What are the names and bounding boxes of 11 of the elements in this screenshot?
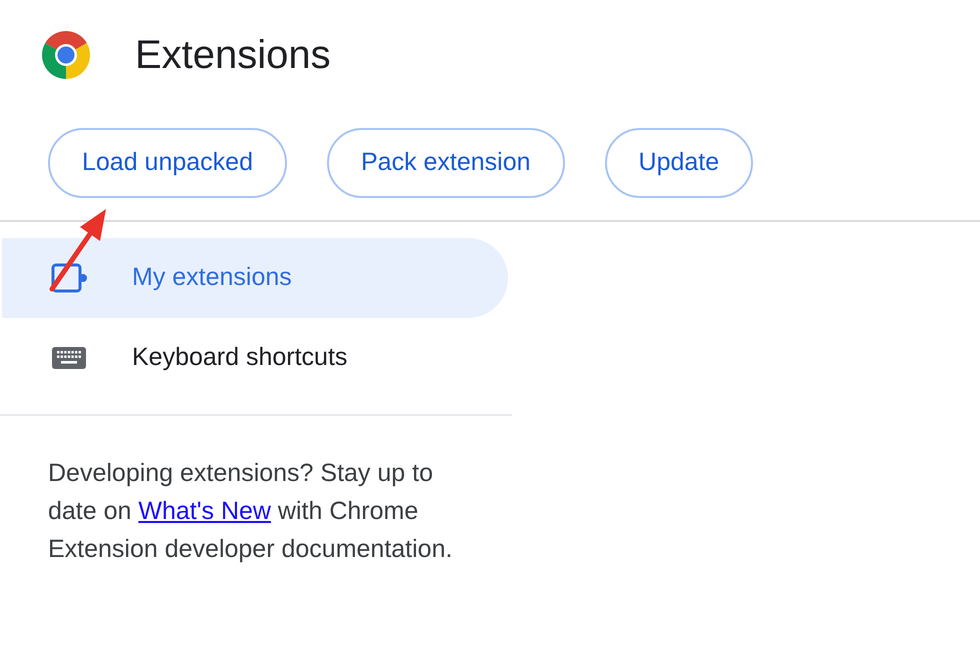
developer-note: Developing extensions? Stay up to date on What's New with Chrome Extension developer documentation. <box>48 458 454 565</box>
sidebar-item[interactable]: My extensions <box>2 238 508 318</box>
page-title: Extensions <box>135 32 331 79</box>
toolbar-button[interactable]: Pack extension <box>326 128 565 198</box>
toolbar-button[interactable]: Update <box>604 128 754 198</box>
whats-new-link[interactable]: What's New <box>138 497 271 525</box>
logo-icon <box>42 31 90 79</box>
sidebar-item[interactable]: Keyboard shortcuts <box>2 318 508 398</box>
extension-icon <box>50 262 88 294</box>
toolbar-button[interactable]: Load unpacked <box>48 128 287 198</box>
keyboard-icon <box>51 346 87 370</box>
